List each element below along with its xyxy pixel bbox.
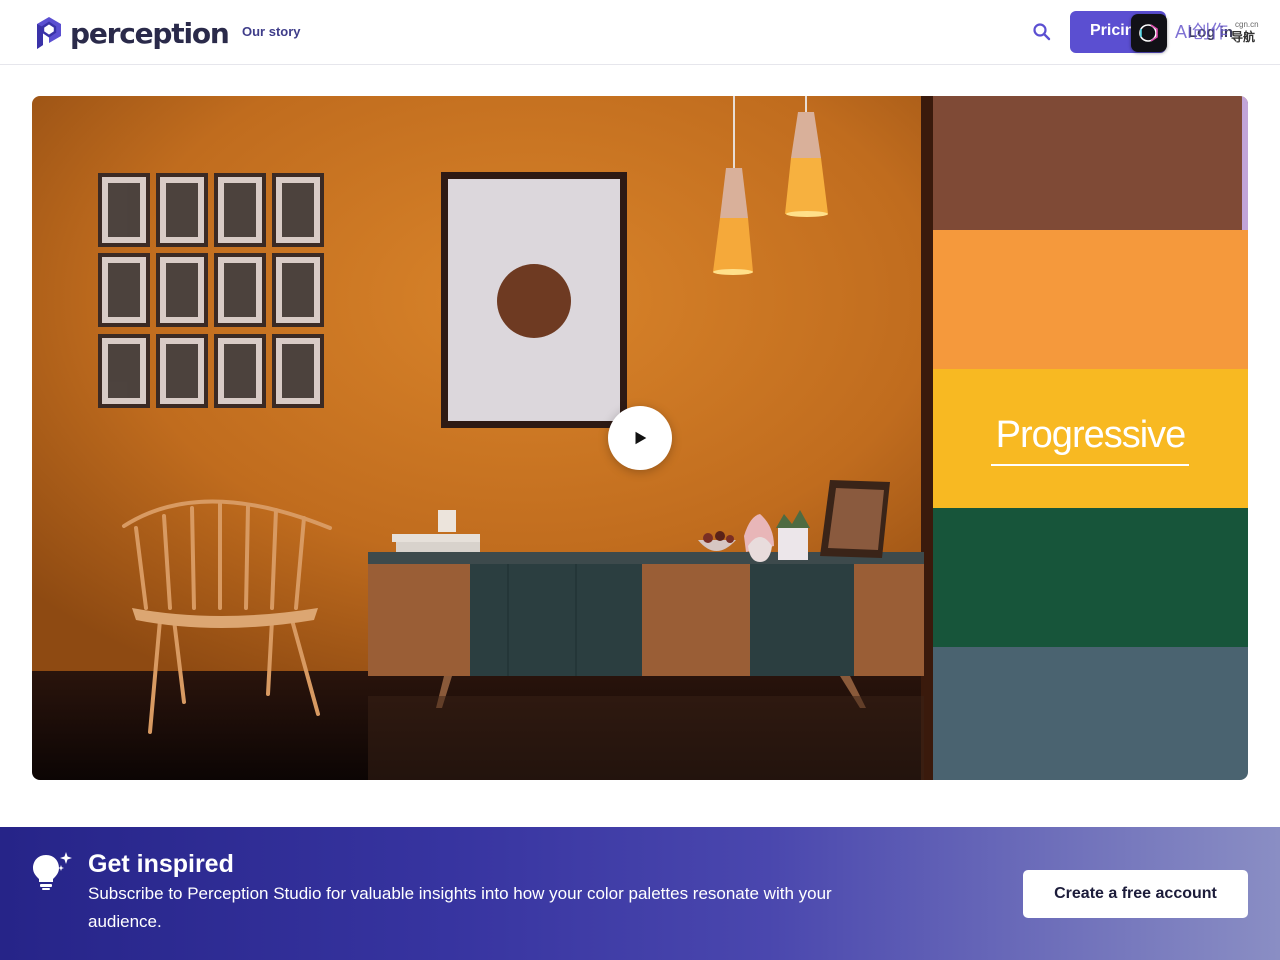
swatch-2	[933, 230, 1248, 369]
palette-label: Progressive	[995, 414, 1187, 456]
swatch-5	[933, 647, 1248, 780]
banner-title: Get inspired	[88, 850, 234, 878]
search-icon	[1033, 23, 1051, 41]
play-icon	[635, 431, 647, 445]
play-button[interactable]	[608, 406, 672, 470]
palette-swatches: Progressive	[933, 96, 1248, 780]
create-account-button[interactable]: Create a free account	[1023, 870, 1248, 918]
swatch-edge	[1242, 96, 1248, 230]
brand-name: perception	[70, 16, 230, 50]
overlay-badge-text: AI创作	[1175, 22, 1229, 42]
site-header: perception Our story Pricing Log in AI创作…	[0, 0, 1280, 65]
logo-icon	[37, 17, 61, 49]
get-inspired-banner: Get inspired Subscribe to Perception Stu…	[0, 827, 1280, 960]
palette-label-underline	[991, 464, 1189, 466]
logo-link[interactable]: perception	[34, 15, 230, 51]
swatch-4	[933, 508, 1248, 647]
lightbulb-icon	[33, 852, 72, 890]
overlay-app-badge[interactable]	[1131, 14, 1167, 52]
overlay-badge-sub: 导航	[1231, 30, 1256, 44]
room-scene-image	[32, 96, 933, 780]
app-logo-icon	[1139, 24, 1158, 42]
banner-text: Subscribe to Perception Studio for valua…	[88, 884, 832, 931]
search-button[interactable]	[1030, 20, 1054, 44]
nav-our-story[interactable]: Our story	[242, 24, 301, 39]
swatch-1	[933, 96, 1248, 230]
hero-video[interactable]: Progressive	[32, 96, 1248, 780]
